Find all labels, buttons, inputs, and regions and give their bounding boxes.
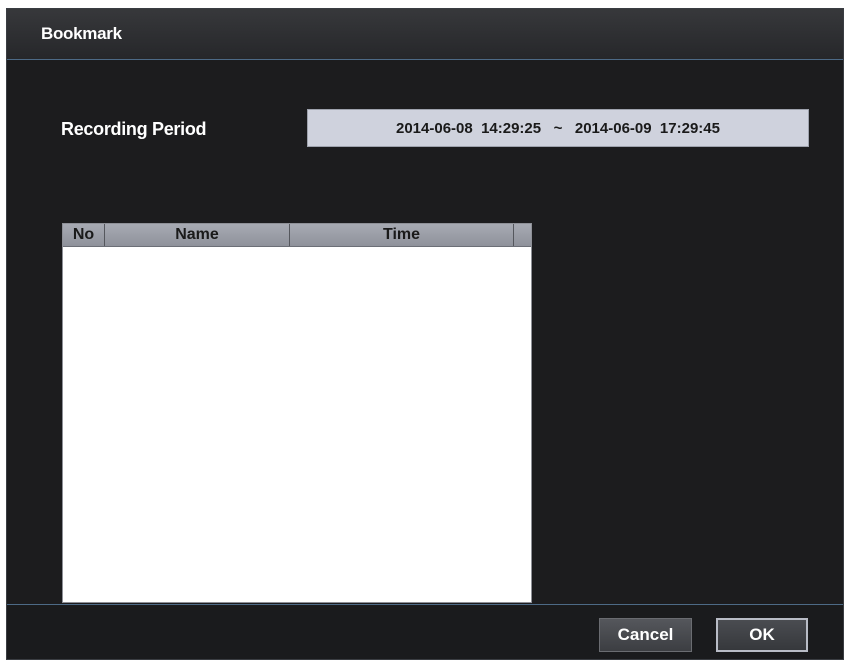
dialog-footer: Cancel OK (7, 604, 843, 659)
recording-period-value: 2014-06-08 14:29:25 ~ 2014-06-09 17:29:4… (396, 119, 720, 137)
column-header-name[interactable]: Name (105, 224, 290, 246)
dialog-titlebar: Bookmark (7, 9, 843, 60)
column-header-time[interactable]: Time (290, 224, 514, 246)
cancel-button[interactable]: Cancel (599, 618, 692, 652)
table-header: No Name Time (63, 224, 531, 247)
bookmark-dialog: Bookmark Recording Period 2014-06-08 14:… (6, 8, 844, 660)
bookmark-table[interactable]: No Name Time (62, 223, 532, 603)
recording-period-field: 2014-06-08 14:29:25 ~ 2014-06-09 17:29:4… (307, 109, 809, 147)
column-header-spacer (514, 224, 531, 246)
ok-button[interactable]: OK (716, 618, 808, 652)
table-body[interactable] (63, 247, 531, 602)
dialog-title: Bookmark (41, 24, 122, 43)
column-header-no[interactable]: No (63, 224, 105, 246)
recording-period-label: Recording Period (61, 119, 207, 139)
